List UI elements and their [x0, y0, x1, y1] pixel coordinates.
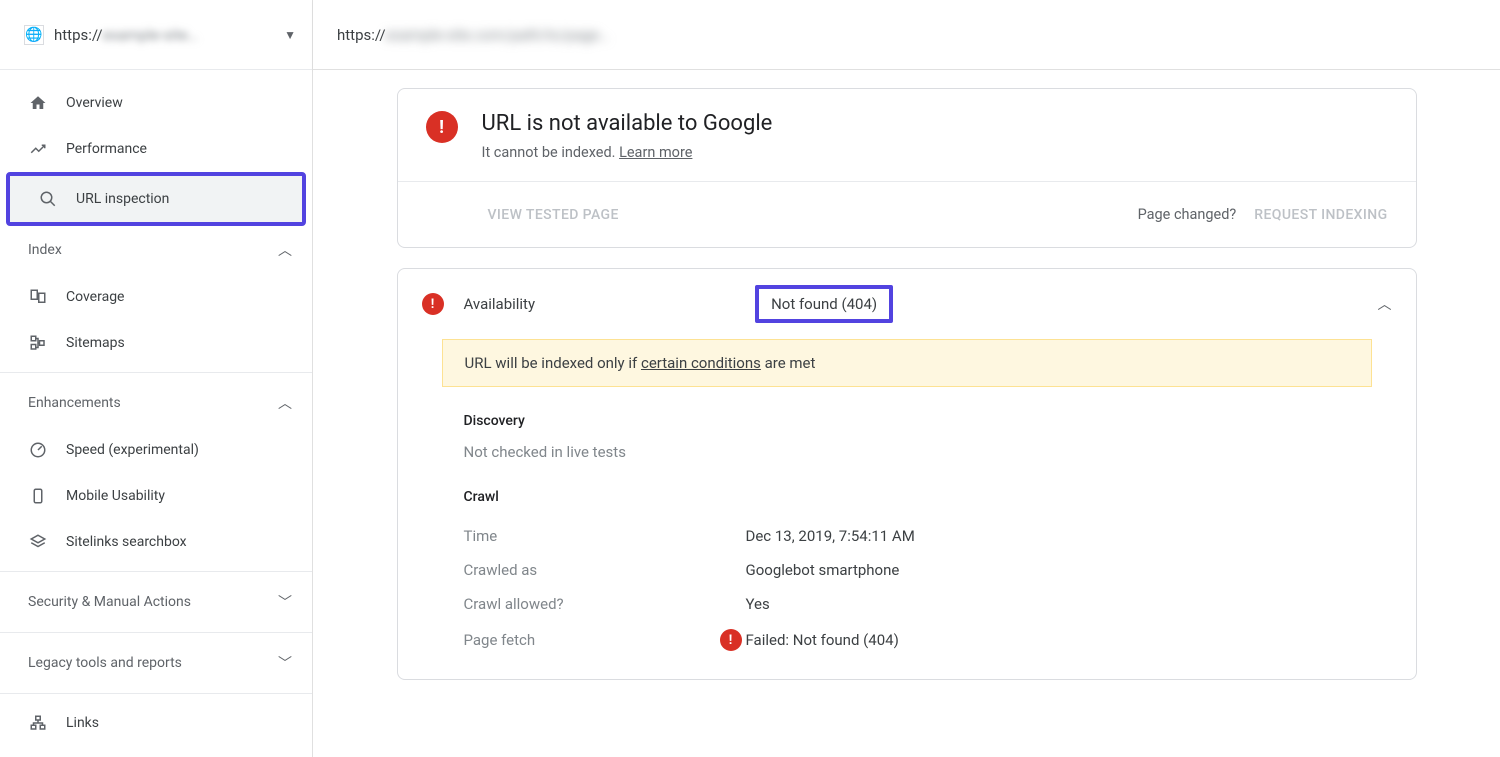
inspected-url: https://example-site.com/path/to/page… [337, 26, 609, 44]
crawl-key: Crawl allowed? [464, 595, 720, 613]
sidebar-item-label: Coverage [66, 289, 124, 305]
sidebar-item-label: URL inspection [76, 191, 169, 207]
chevron-up-icon[interactable]: ︿ [1378, 294, 1392, 314]
sidebar-item-label: Mobile Usability [66, 488, 165, 504]
availability-value: Not found (404) [755, 285, 893, 323]
sidebar: 🌐 https://example-site… ▼ Overview Perfo… [0, 0, 313, 757]
sidebar-group-label: Legacy tools and reports [28, 655, 182, 671]
error-icon: ! [426, 111, 458, 143]
crawl-key: Crawled as [464, 561, 720, 579]
chevron-up-icon: ︿ [278, 393, 292, 413]
trend-icon [28, 140, 48, 158]
property-url: https://example-site… [54, 26, 198, 44]
search-icon [38, 190, 58, 208]
status-title: URL is not available to Google [482, 111, 773, 136]
globe-icon: 🌐 [24, 25, 44, 45]
crawl-row: Page fetch!Failed: Not found (404) [464, 621, 1350, 659]
view-tested-page-button[interactable]: VIEW TESTED PAGE [488, 207, 619, 223]
sidebar-group-index[interactable]: Index ︿ [0, 226, 312, 274]
mobile-icon [28, 487, 48, 505]
sidebar-item-mobile[interactable]: Mobile Usability [0, 473, 312, 519]
sidebar-item-sitemaps[interactable]: Sitemaps [0, 320, 312, 366]
status-actions: VIEW TESTED PAGE Page changed? REQUEST I… [398, 181, 1416, 247]
main: https://example-site.com/path/to/page… !… [313, 0, 1500, 757]
request-indexing-button[interactable]: REQUEST INDEXING [1254, 207, 1387, 223]
availability-header[interactable]: ! Availability Not found (404) ︿ [398, 269, 1416, 339]
availability-card: ! Availability Not found (404) ︿ URL wil… [397, 268, 1417, 680]
sitelinks-icon [28, 533, 48, 551]
crawl-row-icon: ! [720, 629, 746, 651]
links-icon [28, 714, 48, 732]
availability-note: URL will be indexed only if certain cond… [442, 339, 1372, 387]
crawl-value: Dec 13, 2019, 7:54:11 AM [746, 527, 915, 545]
chevron-down-icon: ﹀ [278, 592, 292, 612]
crawl-value: Googlebot smartphone [746, 561, 900, 579]
sidebar-item-coverage[interactable]: Coverage [0, 274, 312, 320]
sidebar-item-label: Sitelinks searchbox [66, 534, 187, 550]
sidebar-item-sitelinks[interactable]: Sitelinks searchbox [0, 519, 312, 565]
crawl-key: Page fetch [464, 631, 720, 649]
conditions-link[interactable]: certain conditions [641, 354, 761, 372]
sidebar-item-label: Performance [66, 141, 147, 157]
sidebar-group-label: Security & Manual Actions [28, 594, 191, 610]
crawl-value: Failed: Not found (404) [746, 631, 899, 649]
crawl-row: Crawl allowed? Yes [464, 587, 1350, 621]
crawl-row: Crawled as Googlebot smartphone [464, 553, 1350, 587]
sidebar-item-speed[interactable]: Speed (experimental) [0, 427, 312, 473]
page-changed-label: Page changed? [1138, 206, 1237, 223]
sitemap-icon [28, 334, 48, 352]
sidebar-group-label: Enhancements [28, 395, 121, 411]
sidebar-item-label: Sitemaps [66, 335, 125, 351]
sidebar-item-label: Speed (experimental) [66, 442, 199, 458]
sidebar-group-enhancements[interactable]: Enhancements ︿ [0, 379, 312, 427]
crawl-rows: Time Dec 13, 2019, 7:54:11 AM Crawled as Go… [464, 519, 1350, 659]
sidebar-item-performance[interactable]: Performance [0, 126, 312, 172]
home-icon [28, 94, 48, 112]
speed-icon [28, 441, 48, 459]
url-inspection-highlight: URL inspection [6, 172, 306, 226]
sidebar-item-overview[interactable]: Overview [0, 80, 312, 126]
topbar: https://example-site.com/path/to/page… [313, 0, 1500, 70]
property-selector[interactable]: 🌐 https://example-site… ▼ [0, 0, 312, 70]
crawl-key: Time [464, 527, 720, 545]
error-icon: ! [422, 293, 444, 315]
sidebar-item-label: Links [66, 715, 99, 731]
discovery-text: Not checked in live tests [464, 443, 1350, 461]
content: ! URL is not available to Google It cann… [313, 70, 1500, 757]
status-card: ! URL is not available to Google It cann… [397, 88, 1417, 248]
crawl-heading: Crawl [464, 489, 1350, 505]
crawl-row: Time Dec 13, 2019, 7:54:11 AM [464, 519, 1350, 553]
availability-label: Availability [464, 295, 536, 313]
sidebar-group-security[interactable]: Security & Manual Actions ﹀ [0, 578, 312, 626]
chevron-down-icon: ﹀ [278, 653, 292, 673]
status-subtitle: It cannot be indexed. Learn more [482, 144, 773, 161]
chevron-down-icon: ▼ [284, 28, 296, 42]
nav: Overview Performance URL inspection Inde… [0, 70, 312, 746]
sidebar-item-label: Overview [66, 95, 123, 111]
sidebar-item-url-inspection[interactable]: URL inspection [10, 176, 302, 222]
error-icon: ! [720, 629, 742, 651]
coverage-icon [28, 288, 48, 306]
discovery-heading: Discovery [464, 413, 1350, 429]
crawl-value: Yes [746, 595, 770, 613]
sidebar-group-legacy[interactable]: Legacy tools and reports ﹀ [0, 639, 312, 687]
sidebar-group-label: Index [28, 242, 62, 258]
sidebar-item-links[interactable]: Links [0, 700, 312, 746]
learn-more-link[interactable]: Learn more [619, 144, 692, 161]
chevron-up-icon: ︿ [278, 240, 292, 260]
